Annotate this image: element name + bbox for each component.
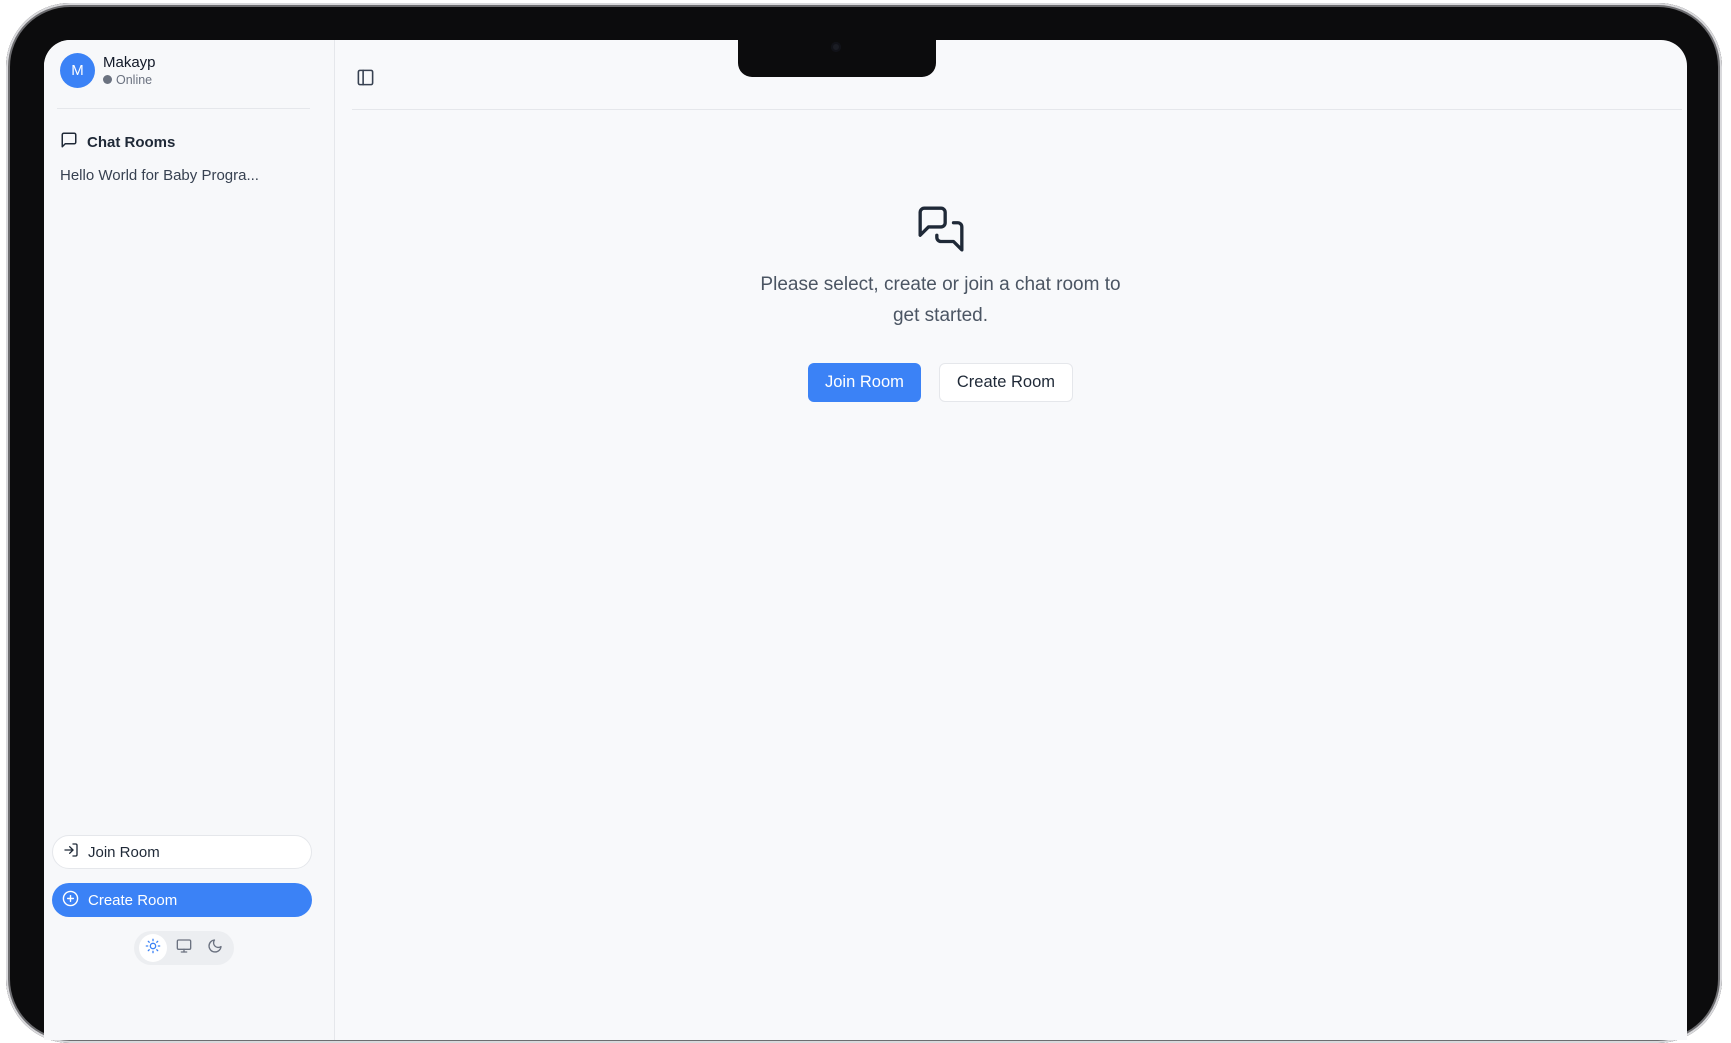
sidebar-create-room-button[interactable]: Create Room	[52, 883, 312, 917]
user-status: Online	[103, 72, 156, 88]
panel-left-icon	[356, 69, 375, 91]
chat-rooms-title: Chat Rooms	[87, 133, 176, 151]
plus-circle-icon	[62, 890, 79, 911]
chat-rooms-header: Chat Rooms	[60, 131, 175, 153]
device-frame: M Makayp Online Chat Rooms Hello World f…	[6, 3, 1722, 1043]
sidebar-divider	[57, 108, 310, 109]
header-divider	[352, 109, 1682, 110]
theme-switcher	[134, 931, 234, 965]
main-panel: Please select, create or join a chat roo…	[336, 40, 1687, 1040]
log-in-icon	[63, 842, 79, 862]
sidebar-room-item[interactable]: Hello World for Baby Progra...	[60, 167, 259, 184]
avatar: M	[60, 53, 95, 88]
system-theme-button[interactable]	[170, 934, 198, 962]
status-text: Online	[116, 72, 153, 87]
moon-icon	[207, 938, 223, 959]
dark-theme-button[interactable]	[201, 934, 229, 962]
user-name: Makayp	[103, 53, 156, 71]
monitor-icon	[176, 938, 192, 959]
camera-icon	[831, 42, 841, 52]
camera-notch	[738, 37, 936, 77]
user-profile[interactable]: M Makayp Online	[60, 53, 156, 88]
empty-state-message: Please select, create or join a chat roo…	[760, 274, 1121, 326]
sun-icon	[145, 938, 161, 959]
empty-state: Please select, create or join a chat roo…	[336, 204, 1545, 402]
sidebar-join-room-button[interactable]: Join Room	[52, 835, 312, 869]
empty-state-actions: Join Room Create Room	[808, 363, 1073, 402]
sidebar-join-room-label: Join Room	[88, 843, 160, 861]
sidebar: M Makayp Online Chat Rooms Hello World f…	[44, 40, 335, 1040]
light-theme-button[interactable]	[139, 934, 168, 962]
user-info: Makayp Online	[103, 54, 156, 88]
message-square-icon	[60, 131, 78, 153]
sidebar-toggle-button[interactable]	[356, 68, 375, 92]
messages-icon	[916, 204, 966, 259]
sidebar-create-room-label: Create Room	[88, 891, 178, 909]
app-window: M Makayp Online Chat Rooms Hello World f…	[44, 40, 1687, 1040]
status-dot-icon	[103, 75, 112, 84]
join-room-button[interactable]: Join Room	[808, 363, 921, 402]
create-room-button[interactable]: Create Room	[938, 363, 1073, 402]
